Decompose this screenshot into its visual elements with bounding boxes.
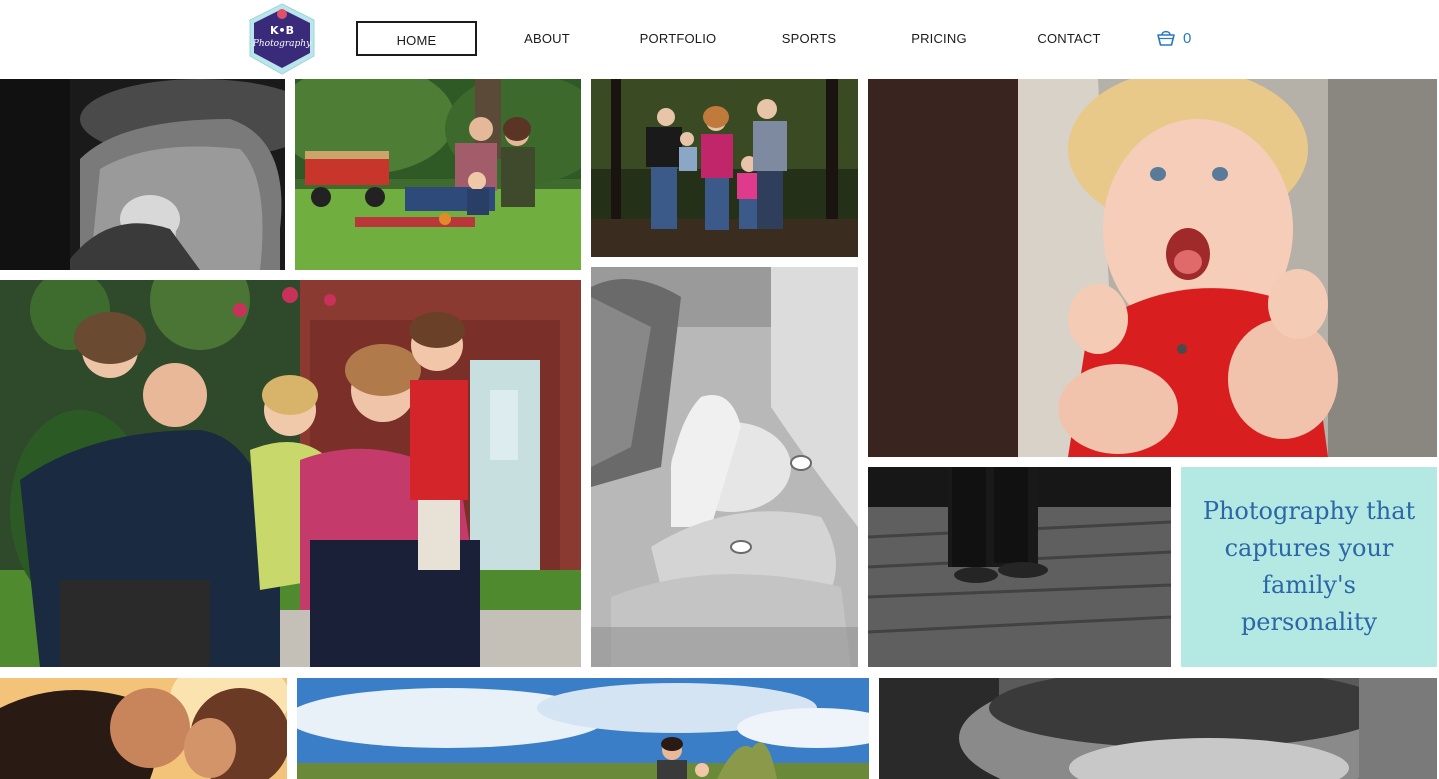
photo-image: [868, 467, 1171, 667]
shopping-basket-icon: [1157, 30, 1175, 46]
gallery-photo-hands-rings[interactable]: [591, 267, 858, 667]
site-header: K•B Photography HOME ABOUT PORTFOLIO SPO…: [0, 0, 1439, 79]
photo-image: [0, 280, 581, 667]
photo-image: [868, 79, 1437, 457]
gallery-photo-toddler-armchair[interactable]: [0, 79, 285, 270]
photo-image: [879, 678, 1437, 779]
photo-image: [0, 79, 285, 270]
gallery-photo-child-closeup[interactable]: [879, 678, 1437, 779]
brand-logo[interactable]: K•B Photography: [246, 2, 318, 76]
gallery-photo-family-beach[interactable]: [297, 678, 869, 779]
gallery-photo-couple-sunset[interactable]: [0, 678, 287, 779]
nav-portfolio[interactable]: PORTFOLIO: [628, 21, 728, 56]
logo-text-wordmark: Photography: [252, 39, 312, 49]
logo-text-initials: K•B: [270, 24, 294, 37]
brand-logo-badge: K•B Photography: [249, 3, 315, 75]
gallery-photo-grandparents[interactable]: [0, 280, 581, 667]
tagline-panel: Photography that captures your family's …: [1181, 467, 1437, 667]
photo-image: [591, 79, 858, 257]
photo-image: [591, 267, 858, 667]
nav-pricing[interactable]: PRICING: [899, 21, 979, 56]
gallery-photo-family-forest[interactable]: [591, 79, 858, 257]
photo-image: [0, 678, 287, 779]
cart-button[interactable]: 0: [1156, 26, 1191, 50]
gallery-photo-family-wagon[interactable]: [295, 79, 581, 270]
photo-image: [295, 79, 581, 270]
cart-count: 0: [1183, 29, 1192, 47]
gallery-photo-baby-red-shirt[interactable]: [868, 79, 1437, 457]
nav-about[interactable]: ABOUT: [507, 21, 587, 56]
tagline-text: Photography that captures your family's …: [1202, 497, 1416, 636]
nav-contact[interactable]: CONTACT: [1024, 21, 1114, 56]
nav-home[interactable]: HOME: [356, 21, 477, 56]
photo-image: [297, 678, 869, 779]
nav-sports[interactable]: SPORTS: [769, 21, 849, 56]
gallery-photo-toddler-dock[interactable]: [868, 467, 1171, 667]
